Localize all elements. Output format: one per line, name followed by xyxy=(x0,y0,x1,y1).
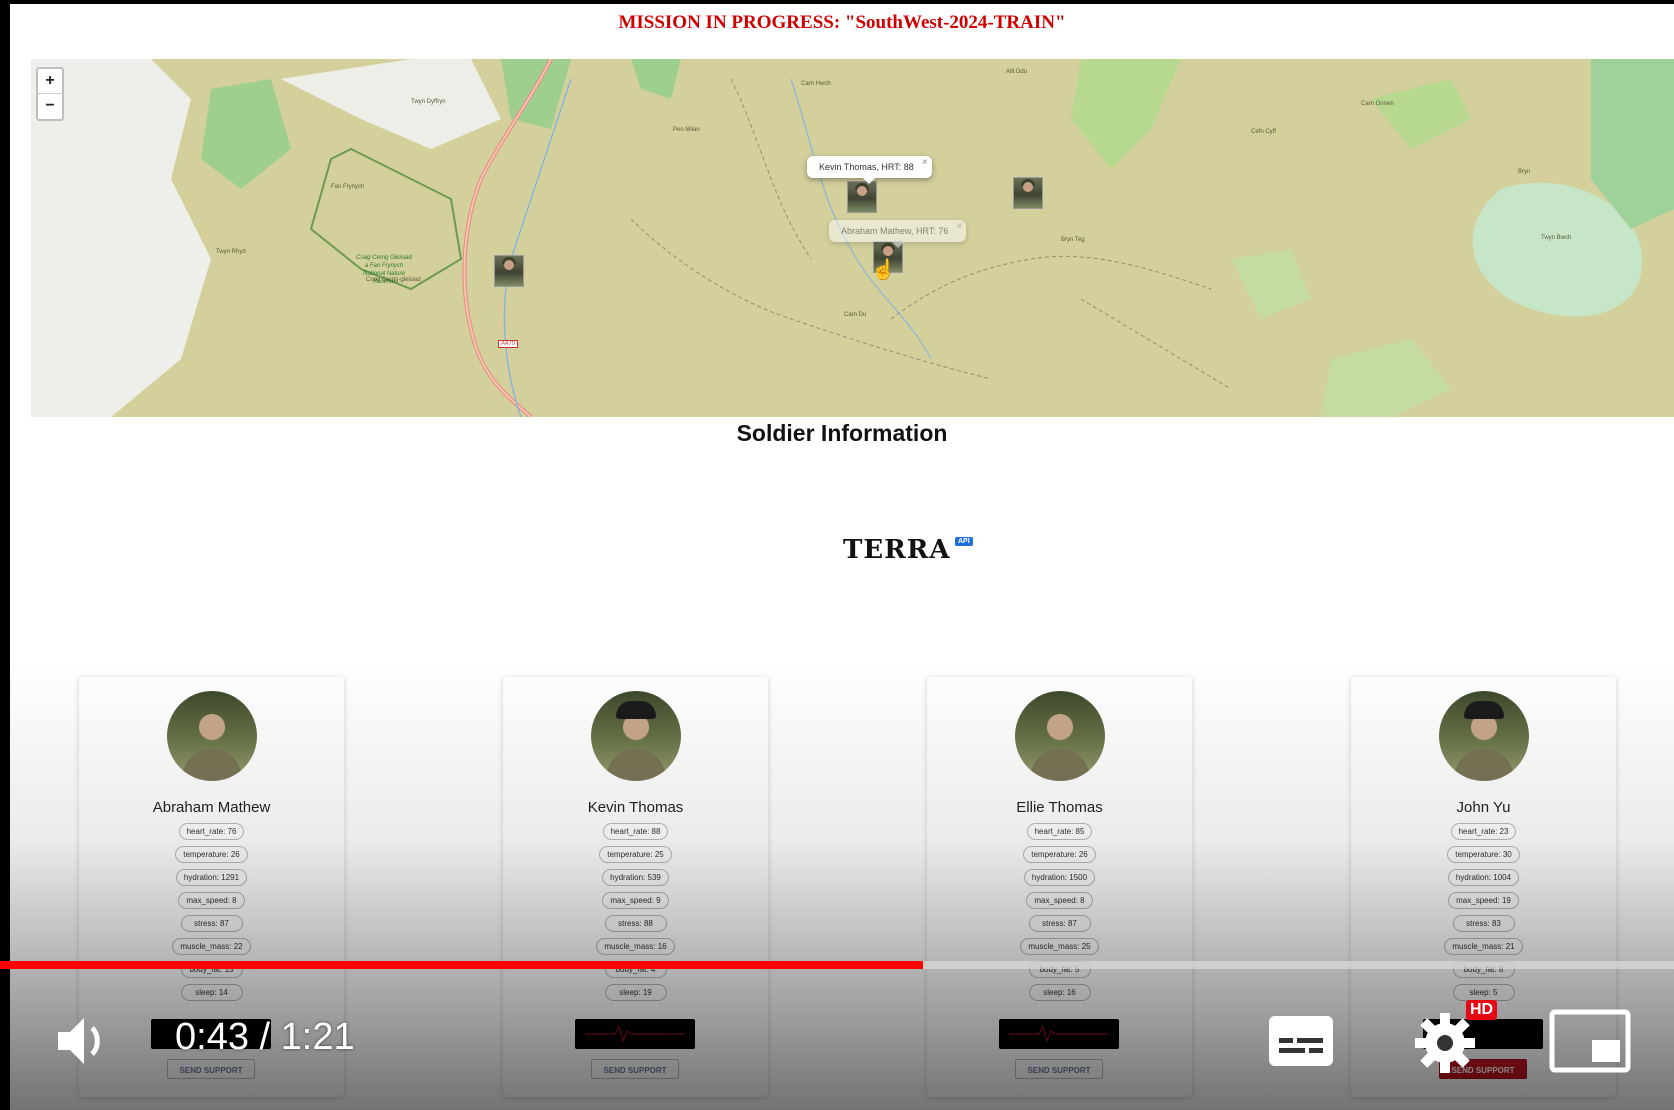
map-place-label: Pen Milan xyxy=(673,127,700,133)
hand-cursor-icon: ☝ xyxy=(871,259,896,281)
stat-chip: hydration: 1004 xyxy=(1447,869,1520,886)
captions-icon[interactable] xyxy=(1267,1014,1335,1068)
soldier-name: John Yu xyxy=(1456,799,1511,816)
time-display: 0:43 / 1:21 xyxy=(175,1016,355,1059)
stat-chip: temperature: 25 xyxy=(599,846,672,863)
stat-chip: muscle_mass: 25 xyxy=(1020,938,1099,955)
stat-chip: sleep: 19 xyxy=(604,984,667,1001)
popup-text: Kevin Thomas, HRT: 88 xyxy=(819,162,914,172)
stat-chip: hydration: 539 xyxy=(602,869,669,886)
mission-title: MISSION IN PROGRESS: "SouthWest-2024-TRA… xyxy=(618,12,1066,33)
progress-fill xyxy=(0,961,923,969)
stat-chip: muscle_mass: 22 xyxy=(172,938,251,955)
soldier-name: Kevin Thomas xyxy=(587,799,684,816)
stat-chip: hydration: 1500 xyxy=(1023,869,1096,886)
time-total: 1:21 xyxy=(280,1016,355,1058)
soldier-name: Abraham Mathew xyxy=(152,799,271,816)
avatar xyxy=(1015,691,1105,781)
send-support-button[interactable]: SEND SUPPORT xyxy=(1015,1059,1103,1079)
stat-chip: sleep: 16 xyxy=(1028,984,1091,1001)
road-label: A470 xyxy=(498,340,519,348)
marker-popup: Abraham Mathew, HRT: 76 × xyxy=(829,220,967,248)
logo-badge: API xyxy=(955,537,973,546)
avatar xyxy=(167,691,257,781)
stats-list: heart_rate: 88 temperature: 25 hydration… xyxy=(503,823,768,1007)
popup-text: Abraham Mathew, HRT: 76 xyxy=(841,226,949,236)
map-place-label: Twyn Dyffryn xyxy=(411,99,446,105)
map-place-label: Twyn Rhyd xyxy=(216,249,246,255)
ecg-line-icon xyxy=(1009,1025,1109,1043)
time-separator: / xyxy=(259,1016,271,1058)
avatar xyxy=(1439,691,1529,781)
map-place-label: Fan Frynych xyxy=(331,184,365,190)
zoom-control: + − xyxy=(36,67,64,121)
map[interactable]: + − Twyn Dyffryn Pen Milan Carn Hwch All… xyxy=(31,59,1674,417)
heart-monitor xyxy=(575,1019,695,1049)
stats-list: heart_rate: 23 temperature: 30 hydration… xyxy=(1351,823,1616,1007)
stat-chip: temperature: 30 xyxy=(1447,846,1520,863)
hd-badge: HD xyxy=(1466,1000,1498,1020)
section-heading: Soldier Information xyxy=(736,420,948,446)
zoom-out-button[interactable]: − xyxy=(38,93,62,118)
send-support-button[interactable]: SEND SUPPORT xyxy=(591,1059,679,1079)
stat-chip: max_speed: 19 xyxy=(1448,892,1519,909)
map-place-label: Carn Du xyxy=(844,312,867,318)
heart-monitor xyxy=(999,1019,1119,1049)
stat-chip: hydration: 1291 xyxy=(175,869,248,886)
stat-chip: heart_rate: 23 xyxy=(1450,823,1517,840)
map-place-label: Twyn Bwch xyxy=(1541,235,1572,241)
map-place-label: Carn Onnen xyxy=(1361,101,1394,107)
terra-logo: TERRA API xyxy=(843,535,973,565)
soldier-name: Ellie Thomas xyxy=(1016,799,1103,816)
soldier-card: Ellie Thomas heart_rate: 85 temperature:… xyxy=(927,677,1192,1097)
stat-chip: max_speed: 9 xyxy=(602,892,669,909)
zoom-in-button[interactable]: + xyxy=(38,69,62,93)
time-current: 0:43 xyxy=(175,1016,249,1058)
popup-close-button[interactable]: × xyxy=(957,221,963,232)
marker-popup: Kevin Thomas, HRT: 88 × xyxy=(807,156,932,184)
miniplayer-icon[interactable] xyxy=(1548,1008,1632,1074)
stat-chip: heart_rate: 85 xyxy=(1026,823,1093,840)
stat-chip: sleep: 5 xyxy=(1452,984,1515,1001)
reserve-label: Craig Cerrig Gleisiad a Fan Frynych Nati… xyxy=(356,255,412,285)
stat-chip: temperature: 26 xyxy=(175,846,248,863)
stat-chip: muscle_mass: 16 xyxy=(596,938,675,955)
app-frame: MISSION IN PROGRESS: "SouthWest-2024-TRA… xyxy=(10,4,1674,1110)
soldier-marker[interactable] xyxy=(847,181,877,213)
stats-list: heart_rate: 85 temperature: 26 hydration… xyxy=(927,823,1192,1007)
map-place-label: Bryn Teg xyxy=(1061,237,1085,243)
stat-chip: heart_rate: 88 xyxy=(602,823,669,840)
stat-chip: stress: 88 xyxy=(604,915,667,932)
soldier-marker[interactable] xyxy=(1013,177,1043,209)
ecg-line-icon xyxy=(585,1025,685,1043)
stat-chip: heart_rate: 76 xyxy=(178,823,245,840)
stat-chip: stress: 87 xyxy=(180,915,243,932)
stat-chip: sleep: 14 xyxy=(180,984,243,1001)
logo-word: TERRA xyxy=(843,535,951,565)
stat-chip: temperature: 26 xyxy=(1023,846,1096,863)
soldier-marker[interactable] xyxy=(494,255,524,287)
stat-chip: max_speed: 8 xyxy=(178,892,245,909)
stat-chip: max_speed: 8 xyxy=(1026,892,1093,909)
volume-icon[interactable] xyxy=(52,1010,114,1072)
map-place-label: Allt Ddu xyxy=(1006,69,1028,75)
map-place-label: Cefn Cyff xyxy=(1251,129,1276,135)
send-support-button[interactable]: SEND SUPPORT xyxy=(167,1059,255,1079)
stats-list: heart_rate: 76 temperature: 26 hydration… xyxy=(79,823,344,1007)
soldier-card: Kevin Thomas heart_rate: 88 temperature:… xyxy=(503,677,768,1097)
avatar xyxy=(591,691,681,781)
stat-chip: stress: 83 xyxy=(1452,915,1515,932)
map-place-label: Carn Hwch xyxy=(801,81,831,87)
popup-close-button[interactable]: × xyxy=(922,157,928,168)
stat-chip: muscle_mass: 21 xyxy=(1444,938,1523,955)
stat-chip: stress: 87 xyxy=(1028,915,1091,932)
progress-bar[interactable] xyxy=(0,961,1674,969)
map-place-label: Bryn xyxy=(1518,169,1531,175)
